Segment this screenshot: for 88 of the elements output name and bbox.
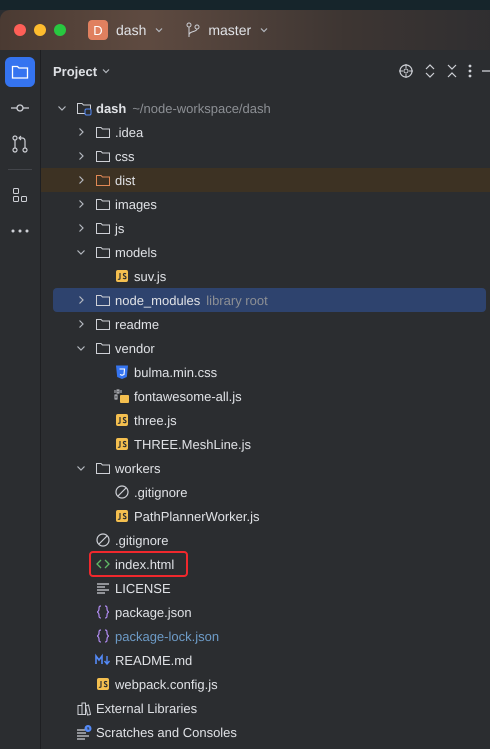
panel-title[interactable]: Project [53, 64, 112, 78]
structure-icon [12, 187, 28, 203]
folder-icon [95, 148, 111, 164]
chevron-icon[interactable] [76, 463, 86, 473]
tree-item[interactable]: workers [115, 460, 161, 476]
folder-icon [95, 340, 111, 356]
tree-item[interactable]: readme [115, 316, 160, 332]
tree-item[interactable]: .gitignore [134, 484, 188, 500]
branch-icon [186, 22, 200, 38]
chevron-icon[interactable] [76, 223, 86, 233]
tree-item[interactable]: node_modules [115, 292, 200, 308]
folder-icon [95, 196, 111, 212]
folder-icon [76, 100, 92, 116]
scratches-icon [76, 724, 92, 740]
tree-item[interactable]: css [115, 148, 134, 164]
chevron-icon[interactable] [76, 175, 86, 185]
expand-all-icon[interactable] [424, 63, 436, 79]
folder-icon [95, 316, 111, 332]
chevron-icon[interactable] [76, 127, 86, 137]
folder-icon [95, 220, 111, 236]
js-file-icon [95, 676, 111, 692]
more-icon [11, 229, 29, 233]
tree-item[interactable]: models [115, 244, 157, 260]
tool-window-button[interactable] [5, 57, 35, 87]
tree-item[interactable]: .idea [115, 124, 144, 140]
tree-item[interactable]: webpack.config.js [115, 676, 218, 692]
collapse-all-icon[interactable] [446, 63, 458, 79]
caret-icon [154, 25, 164, 35]
js-file-icon [114, 508, 130, 524]
js-file-icon [114, 436, 130, 452]
ignore-file-icon [95, 532, 111, 548]
caret-icon [101, 66, 112, 76]
locate-icon[interactable] [398, 63, 414, 79]
binary-js-icon [114, 388, 130, 404]
tree-item[interactable]: images [115, 196, 157, 212]
tree-item[interactable]: fontawesome-all.js [134, 388, 242, 404]
js-file-icon [114, 412, 130, 428]
ignore-file-icon [114, 484, 130, 500]
tree-item[interactable]: THREE.MeshLine.js [134, 436, 252, 452]
tree-item[interactable]: three.js [134, 412, 177, 428]
markdown-icon [95, 652, 111, 668]
js-file-icon [114, 268, 130, 284]
tree-item[interactable]: LICENSE [115, 580, 171, 596]
project-name[interactable]: dash [116, 22, 146, 38]
excluded-row[interactable]: dist [41, 168, 490, 192]
braces-icon [95, 628, 111, 644]
library-root-label: library root [206, 292, 268, 308]
branch-name[interactable]: master [208, 22, 252, 38]
project-path: ~/node-workspace/dash [132, 100, 271, 116]
tree-item[interactable]: PathPlannerWorker.js [134, 508, 260, 524]
tree-item[interactable]: README.md [115, 652, 192, 668]
zoom-button[interactable] [54, 24, 66, 36]
library-icon [76, 700, 92, 716]
tree-item[interactable]: .gitignore [115, 532, 168, 548]
folder-icon [95, 172, 111, 188]
chevron-icon[interactable] [76, 199, 86, 209]
pull-request-icon [11, 135, 29, 153]
tree-item[interactable]: package-lock.json [115, 628, 220, 644]
folder-icon [11, 64, 29, 80]
tree-item[interactable]: External Libraries [96, 700, 198, 716]
chevron-icon[interactable] [76, 247, 86, 257]
chevron-icon[interactable] [76, 319, 86, 329]
chevron-icon[interactable] [76, 151, 86, 161]
minimize-button[interactable] [34, 24, 46, 36]
tree-item[interactable]: vendor [115, 340, 155, 356]
tree-item[interactable]: bulma.min.css [134, 364, 218, 380]
tree-item[interactable]: dash [96, 100, 126, 116]
folder-icon [95, 292, 111, 308]
more-icon[interactable] [468, 63, 472, 79]
tree-item[interactable]: js [115, 220, 124, 236]
caret-icon [259, 25, 270, 35]
project-badge: D [88, 20, 108, 40]
chevron-icon[interactable] [76, 343, 86, 353]
tree-item[interactable]: Scratches and Consoles [96, 724, 237, 740]
tree-item[interactable]: suv.js [134, 268, 166, 284]
css-file-icon [114, 364, 130, 380]
braces-icon [95, 604, 111, 620]
folder-icon [95, 244, 111, 260]
folder-icon [95, 124, 111, 140]
tree-item[interactable]: index.html [115, 556, 174, 572]
selected-row[interactable]: node_modules library root [53, 288, 486, 312]
tree-item[interactable]: dist [115, 172, 136, 188]
tree-item[interactable]: package.json [115, 604, 192, 620]
folder-icon [95, 460, 111, 476]
commit-icon [11, 103, 29, 113]
close-button[interactable] [14, 24, 26, 36]
chevron-icon[interactable] [57, 103, 67, 113]
chevron-icon[interactable] [76, 295, 86, 305]
